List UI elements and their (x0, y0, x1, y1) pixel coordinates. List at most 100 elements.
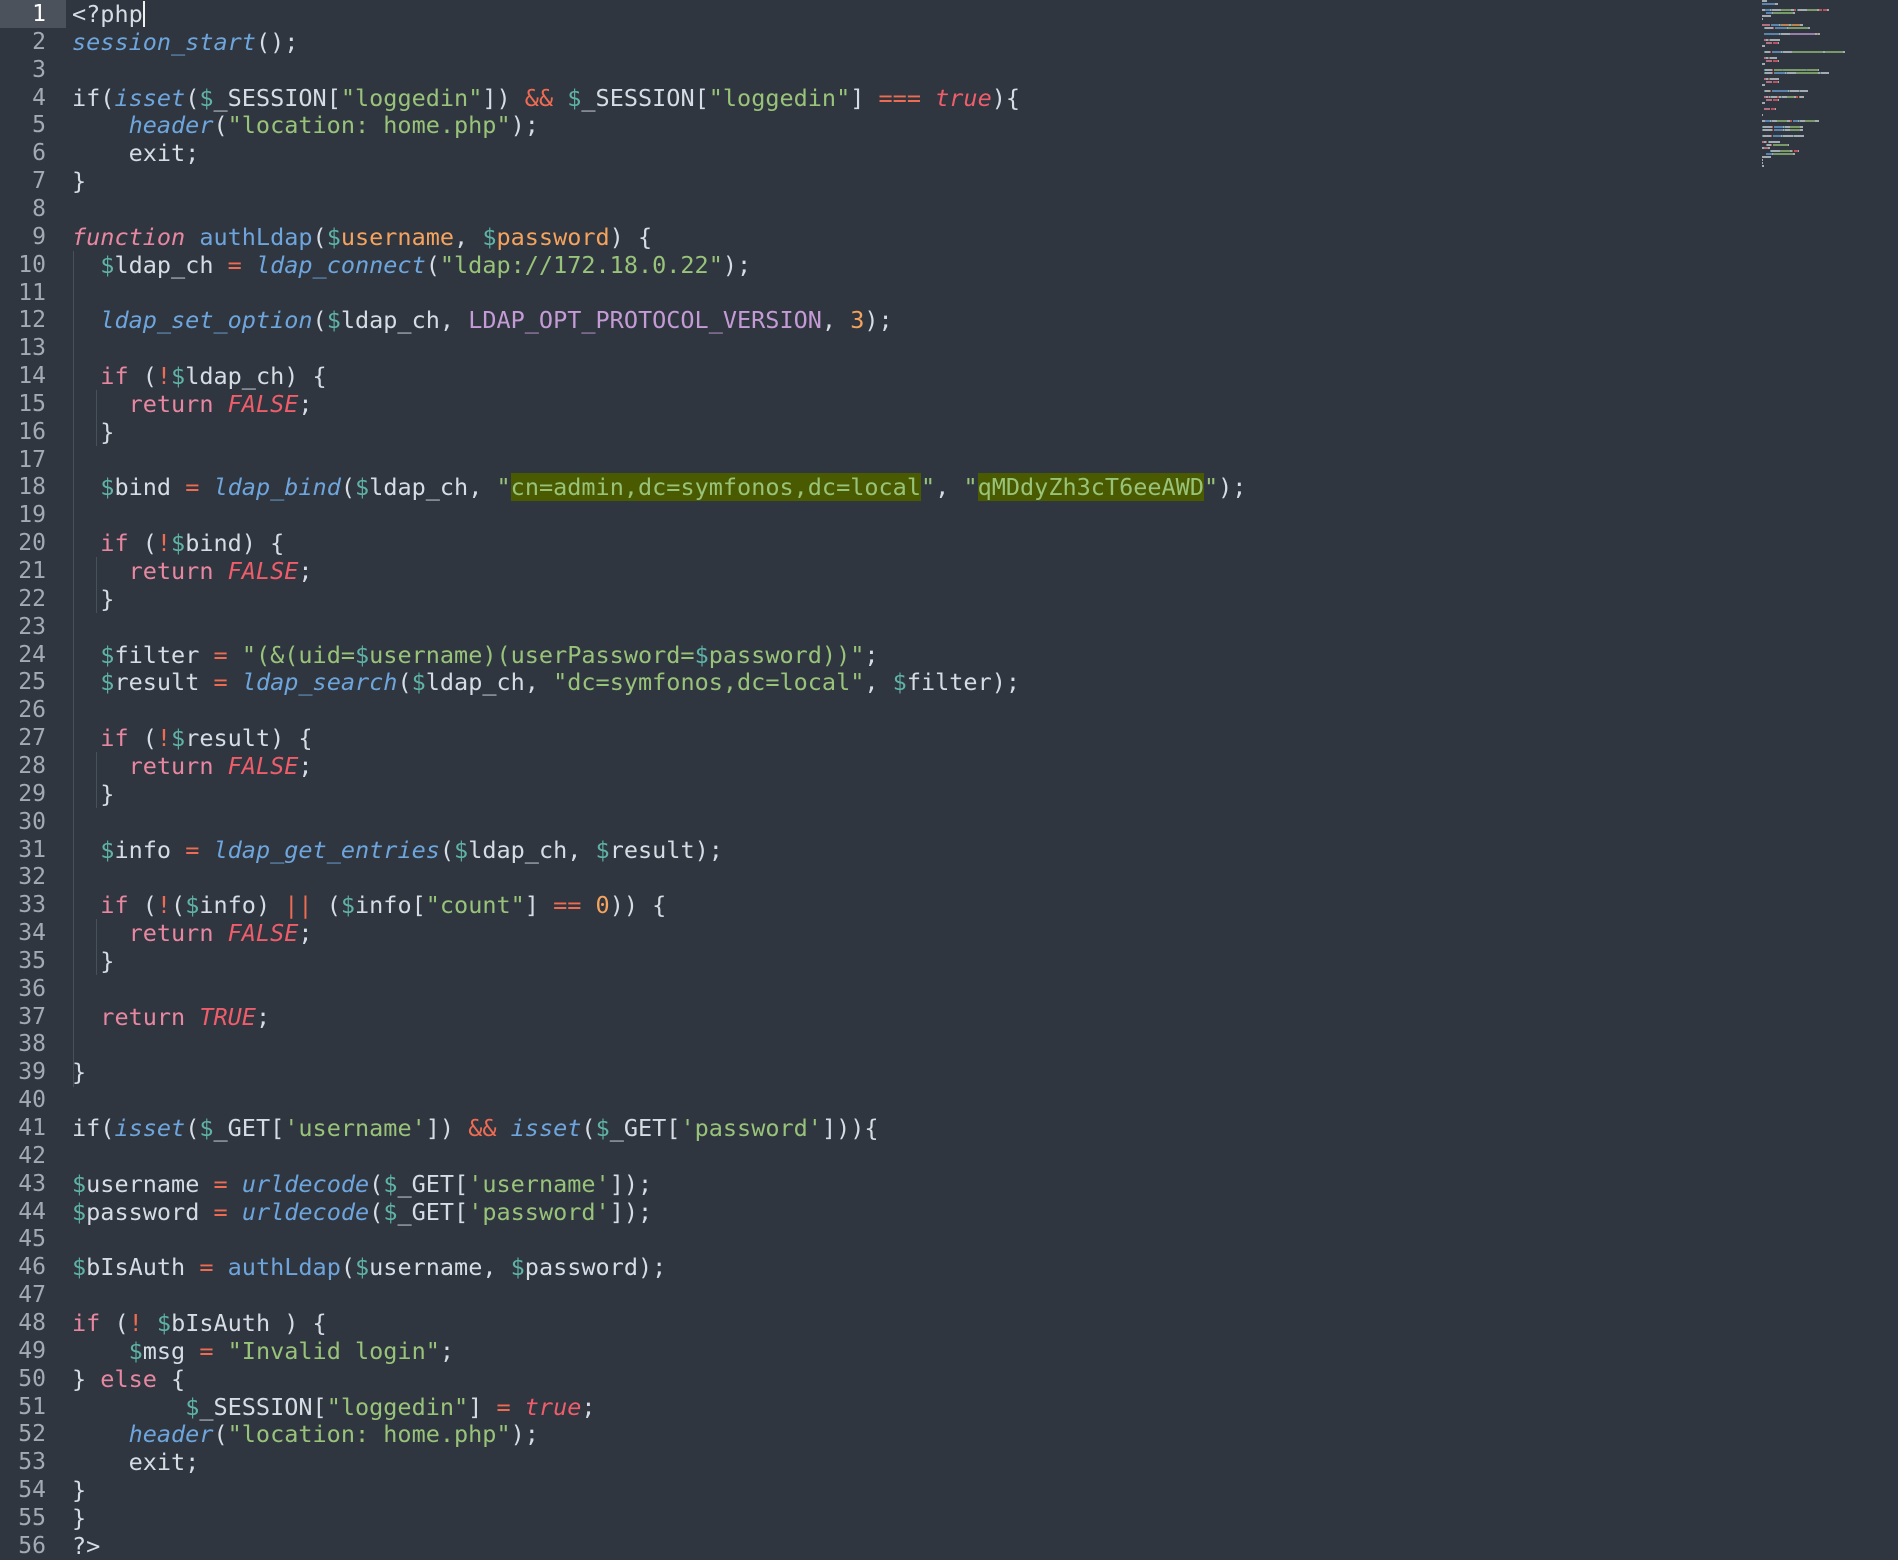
code-token: } (72, 1476, 87, 1504)
minimap-token (1808, 27, 1810, 29)
code-token: $ (171, 724, 186, 752)
minimap-token (1762, 63, 1765, 65)
code-line[interactable]: if (!$ldap_ch) { (72, 362, 327, 390)
minimap-token (1766, 141, 1767, 143)
code-line[interactable]: $bIsAuth = authLdap($username, $password… (72, 1253, 666, 1281)
code-token: ( (369, 1198, 384, 1226)
code-token: $ (100, 473, 115, 501)
code-line[interactable]: return FALSE; (72, 919, 313, 947)
code-token: = (199, 1337, 214, 1365)
minimap-token (1807, 9, 1817, 11)
code-line[interactable]: exit; (72, 139, 200, 167)
code-line[interactable]: session_start(); (72, 28, 298, 56)
code-token: $ (355, 1253, 370, 1281)
code-token: FALSE (227, 557, 299, 585)
code-token: $ (383, 1170, 398, 1198)
code-token: isset (114, 84, 186, 112)
minimap-token (1826, 51, 1842, 53)
code-token: password); (524, 1253, 667, 1281)
code-token: return (128, 557, 214, 585)
code-token: header (128, 111, 214, 139)
code-line[interactable]: $result = ldap_search($ldap_ch, "dc=symf… (72, 668, 1020, 696)
code-token: ); (510, 111, 539, 139)
minimap-token (1765, 27, 1773, 29)
minimap-token (1762, 15, 1771, 17)
code-token: ( (185, 84, 200, 112)
minimap-token (1800, 126, 1803, 128)
minimap-token (1768, 147, 1770, 149)
code-line[interactable]: $bind = ldap_bind($ldap_ch, "cn=admin,dc… (72, 473, 1246, 501)
code-line[interactable]: $info = ldap_get_entries($ldap_ch, $resu… (72, 836, 723, 864)
minimap-token (1778, 99, 1779, 101)
minimap-token (1775, 27, 1787, 29)
line-number: 56 (18, 1533, 46, 1559)
code-line[interactable]: } (72, 1058, 86, 1086)
code-line[interactable]: } (72, 780, 114, 808)
code-line[interactable]: $username = urldecode($_GET['username'])… (72, 1170, 652, 1198)
code-line[interactable]: ldap_set_option($ldap_ch, LDAP_OPT_PROTO… (72, 306, 892, 334)
code-line[interactable]: } (72, 167, 86, 195)
code-token: ] (468, 1393, 497, 1421)
code-line[interactable]: return FALSE; (72, 557, 313, 585)
minimap-token (1781, 33, 1790, 35)
minimap-token (1790, 120, 1792, 122)
code-line[interactable]: } (72, 1476, 86, 1504)
code-line[interactable]: if (!$result) { (72, 724, 312, 752)
minimap-token (1772, 69, 1773, 71)
code-token: ); (510, 1420, 539, 1448)
code-line[interactable]: if (!($info) || ($info["count"] == 0)) { (72, 891, 666, 919)
line-number: 36 (18, 976, 46, 1002)
indent-guide (96, 390, 97, 446)
code-token: password (86, 1198, 214, 1226)
code-line[interactable]: ?> (72, 1532, 100, 1560)
code-token: $ (340, 891, 355, 919)
code-line[interactable]: return FALSE; (72, 752, 313, 780)
code-line[interactable]: if(isset($_GET['username']) && isset($_G… (72, 1114, 879, 1142)
code-token: filter); (906, 668, 1021, 696)
code-token: ldap_set_option (100, 306, 313, 334)
code-line[interactable]: $_SESSION["loggedin"] = true; (72, 1393, 595, 1421)
code-token: ldap_get_entries (213, 836, 440, 864)
code-token: ldap_ch) { (185, 362, 327, 390)
code-line[interactable]: if (!$bind) { (72, 529, 284, 557)
code-line[interactable]: if (! $bIsAuth ) { (72, 1309, 327, 1337)
code-token: ; (298, 919, 313, 947)
code-line[interactable]: $filter = "(&(uid=$username)(userPasswor… (72, 641, 878, 669)
code-token: $ (185, 891, 200, 919)
line-number: 24 (18, 642, 46, 668)
code-line[interactable]: exit; (72, 1448, 200, 1476)
code-line[interactable]: } (72, 1504, 86, 1532)
code-editor[interactable]: 1 2 3 4 5 6 7 8 9 10 11 12 13 14 15 16 17 18 19 20 21 22 23 24 2… (0, 0, 1898, 1560)
code-token: _SESSION[ (581, 84, 709, 112)
code-line[interactable]: header("location: home.php"); (72, 1420, 539, 1448)
code-token: = (213, 1198, 228, 1226)
line-number: 5 (32, 112, 46, 138)
code-line[interactable]: } else { (72, 1365, 185, 1393)
code-line[interactable]: return TRUE; (72, 1003, 270, 1031)
line-number: 22 (18, 586, 46, 612)
code-line[interactable]: $msg = "Invalid login"; (72, 1337, 454, 1365)
code-line[interactable]: <?php (72, 0, 145, 28)
code-line[interactable]: $ldap_ch = ldap_connect("ldap://172.18.0… (72, 251, 751, 279)
code-line[interactable]: function authLdap($username, $password) … (72, 223, 652, 251)
code-line[interactable]: } (72, 947, 114, 975)
code-line[interactable]: return FALSE; (72, 390, 313, 418)
code-line[interactable]: } (72, 418, 114, 446)
code-line[interactable]: if(isset($_SESSION["loggedin"]) && $_SES… (72, 84, 1020, 112)
minimap[interactable] (1762, 0, 1898, 200)
code-line[interactable]: } (72, 585, 114, 613)
minimap-token (1772, 90, 1788, 92)
code-line[interactable]: header("location: home.php"); (72, 111, 539, 139)
code-line[interactable]: $password = urldecode($_GET['password'])… (72, 1198, 652, 1226)
code-token: " (1203, 473, 1219, 501)
minimap-token (1762, 156, 1771, 158)
code-area[interactable]: <?php session_start(); if(isset($_SESSION[… (72, 0, 1898, 1560)
